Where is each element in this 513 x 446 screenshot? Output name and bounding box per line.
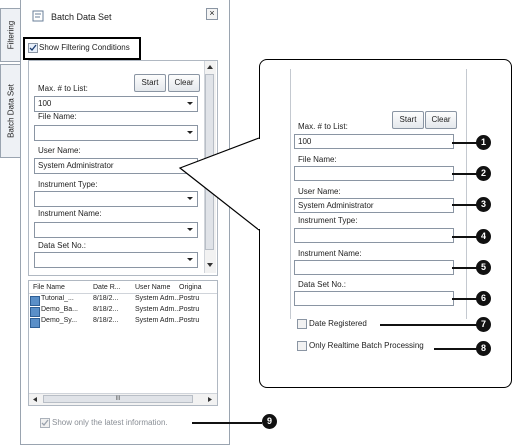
callout-realtime-checkbox[interactable] [297, 341, 307, 351]
callout-date-registered-label: Date Registered [309, 319, 367, 328]
badge-9: 9 [262, 414, 277, 429]
badge-2: 2 [476, 166, 491, 181]
leader-line [452, 298, 477, 300]
badge-6: 6 [476, 291, 491, 306]
leader-line [380, 324, 477, 326]
callout-instrument-type-label: Instrument Type: [298, 216, 358, 225]
callout-instrument-name-label: Instrument Name: [298, 249, 362, 258]
callout-data-set-no-label: Data Set No.: [298, 280, 347, 289]
callout-instrument-name-select[interactable] [294, 260, 454, 275]
callout-clear-button[interactable]: Clear [425, 111, 457, 129]
leader-line [452, 204, 477, 206]
leader-line [452, 236, 477, 238]
badge-1: 1 [476, 135, 491, 150]
badge-7: 7 [476, 317, 491, 332]
badge-4: 4 [476, 229, 491, 244]
callout-user-name-value: System Administrator [298, 201, 374, 210]
callout-user-name-label: User Name: [298, 187, 341, 196]
callout-max-value: 100 [298, 137, 312, 146]
callout-max-select[interactable]: 100 [294, 134, 454, 149]
badge-8: 8 [476, 341, 491, 356]
leader-line [434, 348, 477, 350]
callout-file-name-select[interactable] [294, 166, 454, 181]
leader-line [192, 422, 262, 424]
badge-5: 5 [476, 260, 491, 275]
callout-data-set-no-select[interactable] [294, 291, 454, 306]
callout-start-button[interactable]: Start [392, 111, 424, 129]
callout-instrument-type-select[interactable] [294, 228, 454, 243]
callout-user-name-input[interactable]: System Administrator [294, 198, 454, 213]
callout-date-registered-checkbox[interactable] [297, 319, 307, 329]
leader-line [452, 267, 477, 269]
callout-join [258, 139, 262, 229]
callout-realtime-label: Only Realtime Batch Processing [309, 341, 424, 350]
callout-file-name-label: File Name: [298, 155, 337, 164]
leader-line [452, 142, 477, 144]
callout-max-label: Max. # to List: [298, 122, 348, 131]
badge-3: 3 [476, 197, 491, 212]
leader-line [452, 173, 477, 175]
